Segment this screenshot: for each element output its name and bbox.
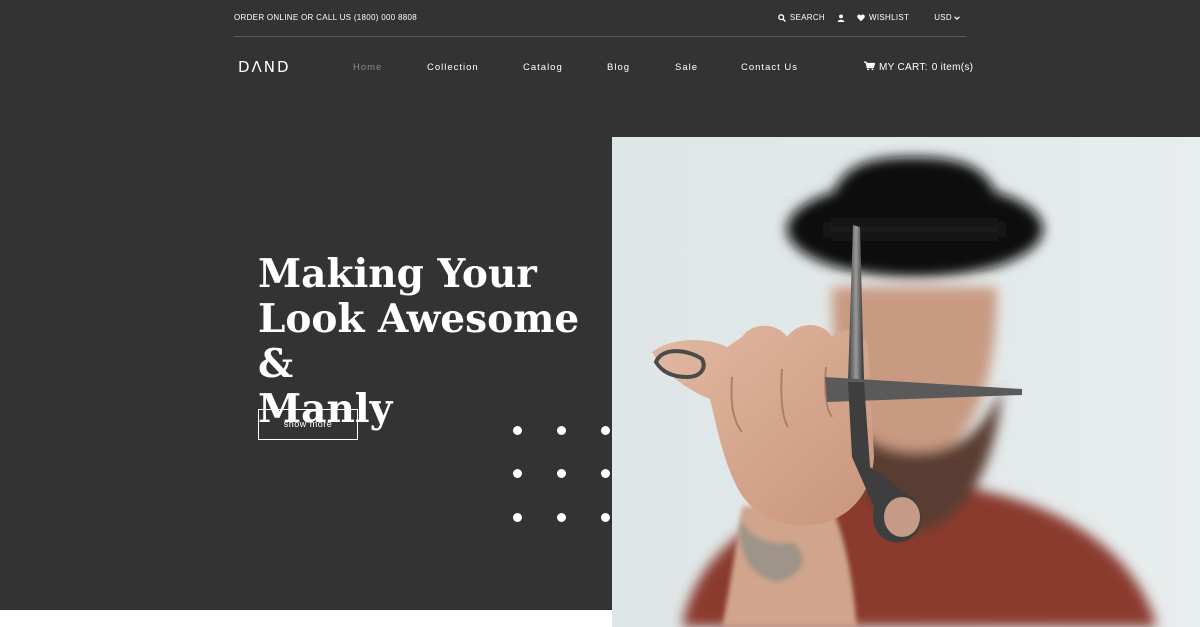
account-link[interactable] — [837, 13, 845, 22]
nav-item-collection[interactable]: Collection — [427, 62, 479, 73]
nav-item-contact-us[interactable]: Contact Us — [741, 62, 798, 73]
decorative-dot — [513, 426, 522, 435]
nav-item-home[interactable]: Home — [353, 62, 382, 73]
decorative-dot — [601, 469, 610, 478]
decorative-dot — [601, 426, 610, 435]
wishlist-link[interactable]: WISHLIST — [857, 13, 909, 22]
hero-title: Making Your Look Awesome & Manly — [258, 252, 618, 432]
cart-count: 0 item(s) — [931, 62, 974, 73]
decorative-dot — [513, 469, 522, 478]
top-bar-actions: SEARCH WISHLIST USD — [778, 13, 960, 22]
chevron-down-icon — [954, 15, 960, 21]
nav-item-catalog[interactable]: Catalog — [523, 62, 563, 73]
top-bar: ORDER ONLINE OR CALL US (1800) 000 8808 … — [234, 0, 966, 37]
nav-item-sale[interactable]: Sale — [675, 62, 698, 73]
user-icon — [837, 13, 845, 22]
search-label: SEARCH — [789, 13, 826, 22]
search-link[interactable]: SEARCH — [778, 13, 825, 22]
wishlist-label: WISHLIST — [869, 13, 910, 22]
cart-label: MY CART: — [879, 62, 928, 73]
hero-title-line: Look Awesome & — [258, 296, 580, 387]
decorative-dot — [557, 469, 566, 478]
currency-value: USD — [934, 13, 952, 22]
hero-title-line: Making Your — [258, 251, 537, 297]
site-logo[interactable]: DΛND — [238, 58, 291, 76]
search-icon — [778, 13, 786, 22]
decorative-dot — [513, 513, 522, 522]
nav-item-blog[interactable]: Blog — [607, 62, 630, 73]
show-more-button[interactable]: show more — [258, 409, 358, 440]
cart-icon — [864, 61, 876, 74]
decorative-dot — [601, 513, 610, 522]
order-phone-text: ORDER ONLINE OR CALL US (1800) 000 8808 — [234, 13, 418, 22]
currency-selector[interactable]: USD — [934, 13, 960, 22]
heart-icon — [857, 13, 865, 22]
decorative-dot — [557, 426, 566, 435]
hero-photo — [612, 137, 1200, 627]
decorative-dot — [557, 513, 566, 522]
cart-link[interactable]: MY CART: 0 item(s) — [864, 61, 973, 74]
